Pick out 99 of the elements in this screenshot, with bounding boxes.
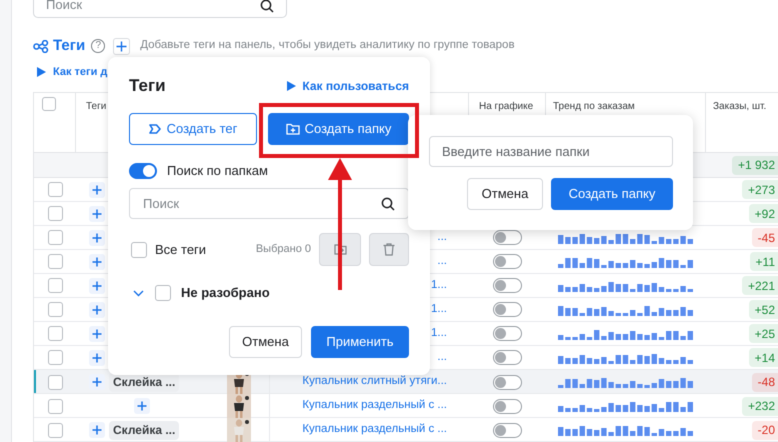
- column-header: Теги: [86, 101, 106, 112]
- create-folder-button[interactable]: Создать папку: [551, 178, 673, 210]
- search-icon: [381, 196, 395, 210]
- change-badge: +11: [750, 252, 778, 271]
- add-tag-button[interactable]: [89, 374, 105, 390]
- checkbox[interactable]: [48, 254, 63, 269]
- toggle-switch[interactable]: [493, 398, 522, 414]
- column-header: На графике: [479, 101, 534, 112]
- change-badge: -20: [752, 420, 778, 440]
- product-link[interactable]: ...: [437, 228, 447, 246]
- product-link[interactable]: ...: [437, 348, 447, 366]
- play-icon: [287, 81, 296, 91]
- checkbox[interactable]: [48, 206, 63, 221]
- search-placeholder: Поиск: [46, 0, 82, 11]
- add-tag-button[interactable]: [89, 206, 105, 222]
- delete-button[interactable]: [369, 233, 409, 266]
- toggle-switch[interactable]: [493, 374, 522, 390]
- product-link[interactable]: 1...: [431, 300, 447, 318]
- play-icon: [37, 67, 46, 77]
- change-badge: -45: [752, 228, 778, 247]
- selected-count: Выбрано 0: [256, 242, 311, 258]
- chevron-icon[interactable]: [133, 290, 144, 296]
- column-header: Тренд по заказам: [553, 101, 635, 112]
- how-to-link[interactable]: Как пользоваться: [287, 77, 409, 95]
- toggle-switch[interactable]: [493, 230, 522, 245]
- cancel-button[interactable]: Отмена: [467, 178, 543, 210]
- change-badge: +25: [748, 324, 778, 343]
- checkbox[interactable]: [42, 97, 56, 111]
- plus-icon: [116, 40, 128, 52]
- search-icon: [260, 0, 274, 12]
- search-field[interactable]: Поиск: [129, 188, 409, 219]
- change-badge: +1 932: [732, 156, 778, 174]
- checkbox[interactable]: [131, 242, 147, 258]
- popup-title: Теги: [129, 75, 166, 98]
- move-to-folder-button[interactable]: [319, 233, 361, 266]
- help-link[interactable]: Как теги д: [53, 64, 108, 80]
- product-link[interactable]: Купальник слитный утяги...: [302, 373, 447, 391]
- toggle-switch[interactable]: [493, 350, 522, 365]
- checkbox[interactable]: [48, 302, 63, 317]
- tag-chip: Склейка ...: [109, 420, 180, 440]
- toggle-switch[interactable]: [493, 326, 522, 341]
- product-link[interactable]: ...: [437, 252, 447, 270]
- cancel-button[interactable]: Отмена: [229, 326, 302, 358]
- search-field[interactable]: Поиск: [33, 0, 287, 18]
- checkbox[interactable]: [48, 398, 63, 414]
- hint-text: Добавьте теги на панель, чтобы увидеть аналитику по группе товаров: [140, 38, 515, 54]
- folder-icon: [334, 244, 346, 255]
- checkbox[interactable]: [48, 422, 63, 438]
- toggle-switch[interactable]: [493, 422, 522, 438]
- help-icon[interactable]: ?: [91, 39, 106, 53]
- link-text: Как пользоваться: [302, 78, 409, 95]
- add-tag-button[interactable]: [89, 182, 105, 198]
- section-title: Теги: [53, 36, 86, 56]
- change-badge: +92: [748, 204, 778, 223]
- change-badge: +52: [748, 300, 778, 319]
- add-tag-button[interactable]: [89, 254, 105, 270]
- toggle-switch[interactable]: [493, 278, 522, 293]
- product-link[interactable]: 1...: [431, 276, 447, 294]
- product-link[interactable]: Купальник раздельный с ...: [302, 397, 447, 415]
- product-link[interactable]: Купальник раздельный с ...: [302, 421, 447, 439]
- add-tag-button[interactable]: [89, 230, 105, 246]
- search-placeholder: Поиск: [143, 194, 180, 213]
- toggle-switch[interactable]: [493, 302, 522, 317]
- tags-icon: [33, 40, 49, 52]
- checkbox[interactable]: [48, 326, 63, 341]
- tag-icon: [148, 124, 161, 134]
- checkbox[interactable]: [48, 374, 63, 390]
- add-tag-button[interactable]: [89, 302, 105, 318]
- folder-label: Не разобрано: [181, 284, 270, 302]
- product-link[interactable]: 1...: [431, 324, 447, 342]
- add-tag-button[interactable]: [89, 278, 105, 294]
- change-badge: +273: [742, 180, 778, 199]
- change-badge: -48: [752, 372, 778, 392]
- change-badge: +14: [748, 348, 778, 367]
- create-folder-button[interactable]: Создать папку: [268, 113, 409, 145]
- add-tag-button[interactable]: [134, 398, 150, 414]
- trash-icon: [383, 243, 395, 256]
- checkbox[interactable]: [48, 182, 63, 197]
- toggle-switch[interactable]: [493, 254, 522, 269]
- checkbox[interactable]: [155, 285, 171, 301]
- checkbox[interactable]: [48, 278, 63, 293]
- checkbox[interactable]: [48, 350, 63, 365]
- apply-button[interactable]: Применить: [311, 326, 409, 358]
- column-header: Заказы, шт.: [713, 101, 766, 112]
- button-label: Создать тег: [166, 120, 238, 138]
- folder-plus-icon: [286, 123, 300, 135]
- add-tag-button[interactable]: [113, 38, 130, 54]
- add-tag-button[interactable]: [89, 326, 105, 342]
- button-label: Создать папку: [304, 120, 392, 138]
- toggle-switch[interactable]: [129, 163, 157, 179]
- add-tag-button[interactable]: [89, 422, 105, 438]
- change-badge: +221: [742, 276, 778, 295]
- folder-name-field[interactable]: Введите название папки: [429, 136, 673, 167]
- checkbox-label: Все теги: [155, 240, 206, 259]
- change-badge: +232: [742, 396, 778, 416]
- checkbox[interactable]: [48, 230, 63, 245]
- create-tag-button[interactable]: Создать тег: [129, 113, 257, 145]
- add-tag-button[interactable]: [89, 350, 105, 366]
- toggle-label: Поиск по папкам: [167, 162, 268, 180]
